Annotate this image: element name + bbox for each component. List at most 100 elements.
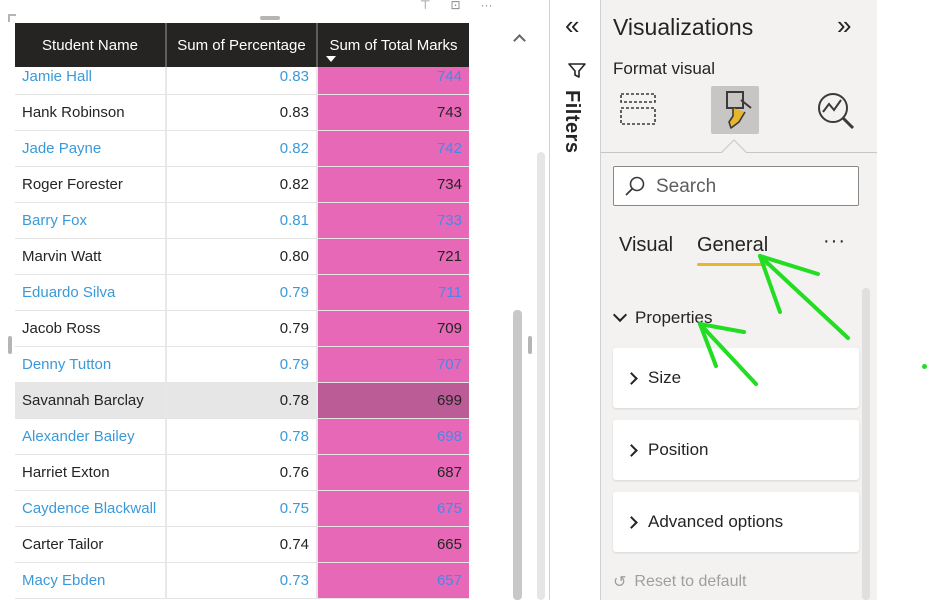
cell-percentage[interactable]: 0.74 [167,527,318,562]
cell-student-name[interactable]: Harriet Exton [15,455,167,490]
cell-student-name[interactable]: Hank Robinson [15,95,167,130]
column-header-student-name[interactable]: Student Name [15,23,167,67]
active-tab-underline [697,263,771,266]
card-position[interactable]: Position [613,420,859,480]
format-visual-button[interactable] [711,86,759,134]
table-scrollbar-thumb[interactable] [513,310,522,600]
resize-handle-left[interactable] [8,336,12,354]
card-label: Size [648,368,682,387]
cell-student-name[interactable]: Marvin Watt [15,239,167,274]
cell-total-marks[interactable]: 698 [318,419,469,454]
table-row[interactable]: Jamie Hall 0.83 744 [15,67,469,95]
cell-total-marks[interactable]: 744 [318,67,469,94]
cell-percentage[interactable]: 0.82 [167,131,318,166]
cell-student-name[interactable]: Alexander Bailey [15,419,167,454]
cell-student-name[interactable]: Eduardo Silva [15,275,167,310]
pane-title: Visualizations [613,14,754,40]
cell-student-name[interactable]: Barry Fox [15,203,167,238]
collapse-filters-icon[interactable]: « [565,12,579,38]
cell-percentage[interactable]: 0.78 [167,419,318,454]
table-row[interactable]: Hank Robinson 0.83 743 [15,95,469,131]
cell-percentage[interactable]: 0.81 [167,203,318,238]
cell-student-name[interactable]: Jacob Ross [15,311,167,346]
focus-mode-icon[interactable]: ⊡ [450,0,460,14]
cell-percentage[interactable]: 0.79 [167,275,318,310]
search-input[interactable]: Search [613,166,859,206]
table-row[interactable]: Alexander Bailey 0.78 698 [15,419,469,455]
cell-percentage[interactable]: 0.79 [167,311,318,346]
cell-student-name[interactable]: Caydence Blackwall [15,491,167,526]
cell-student-name[interactable]: Savannah Barclay [15,383,167,418]
cell-percentage[interactable]: 0.73 [167,563,318,598]
cell-total-marks[interactable]: 687 [318,455,469,490]
cell-total-marks[interactable]: 657 [318,563,469,598]
resize-handle-top[interactable] [260,16,280,20]
cell-total-marks[interactable]: 742 [318,131,469,166]
column-header-total-marks[interactable]: Sum of Total Marks [318,23,469,67]
cell-percentage[interactable]: 0.83 [167,67,318,94]
cell-percentage[interactable]: 0.83 [167,95,318,130]
cell-student-name[interactable]: Carter Tailor [15,527,167,562]
cell-total-marks[interactable]: 734 [318,167,469,202]
cell-total-marks[interactable]: 665 [318,527,469,562]
reset-to-default-button[interactable]: ↺ Reset to default [613,572,746,592]
table-row[interactable]: Caydence Blackwall 0.75 675 [15,491,469,527]
cell-total-marks[interactable]: 733 [318,203,469,238]
table-row[interactable]: Macy Ebden 0.73 657 [15,563,469,599]
build-visual-button[interactable] [613,86,661,134]
cell-student-name[interactable]: Roger Forester [15,167,167,202]
cell-student-name[interactable]: Macy Ebden [15,563,167,598]
tab-general[interactable]: General [697,234,768,257]
card-label: Position [648,440,709,459]
filters-pane[interactable]: « Filters [549,0,601,600]
cell-total-marks[interactable]: 721 [318,239,469,274]
more-options-icon[interactable]: ··· [823,230,846,253]
card-size[interactable]: Size [613,348,859,408]
table-row[interactable]: Jade Payne 0.82 742 [15,131,469,167]
cell-percentage[interactable]: 0.78 [167,383,318,418]
table-row[interactable]: Marvin Watt 0.80 721 [15,239,469,275]
table-row[interactable]: Denny Tutton 0.79 707 [15,347,469,383]
cell-student-name[interactable]: Jamie Hall [15,67,167,94]
cell-total-marks[interactable]: 707 [318,347,469,382]
table-row[interactable]: Barry Fox 0.81 733 [15,203,469,239]
format-visual-label: Format visual [613,59,716,78]
build-visual-icon [620,93,656,125]
cell-total-marks[interactable]: 709 [318,311,469,346]
analytics-button[interactable] [811,86,859,134]
card-advanced-options[interactable]: Advanced options [613,492,859,552]
cell-percentage[interactable]: 0.80 [167,239,318,274]
filters-label[interactable]: Filters [560,90,583,154]
table-scroll-up-button[interactable] [513,32,525,44]
pane-scrollbar[interactable] [862,288,870,600]
table-row[interactable]: Jacob Ross 0.79 709 [15,311,469,347]
table-row[interactable]: Harriet Exton 0.76 687 [15,455,469,491]
cell-percentage[interactable]: 0.76 [167,455,318,490]
tab-visual[interactable]: Visual [619,234,673,257]
cell-student-name[interactable]: Jade Payne [15,131,167,166]
cell-percentage[interactable]: 0.82 [167,167,318,202]
cell-total-marks[interactable]: 711 [318,275,469,310]
analytics-icon [818,93,855,130]
resize-corner[interactable] [8,14,16,22]
table-row[interactable]: Eduardo Silva 0.79 711 [15,275,469,311]
properties-section-toggle[interactable]: Properties [612,307,712,328]
cell-total-marks[interactable]: 699 [318,383,469,418]
table-body: Jamie Hall 0.83 744 Hank Robinson 0.83 743 J… [15,67,469,600]
expand-pane-icon[interactable]: » [837,12,851,38]
column-header-percentage[interactable]: Sum of Percentage [167,23,318,67]
pin-icon[interactable]: ⊤ [420,0,430,14]
resize-handle-right[interactable] [528,336,532,354]
cell-total-marks[interactable]: 743 [318,95,469,130]
sort-descending-icon [326,56,336,62]
table-row[interactable]: Roger Forester 0.82 734 [15,167,469,203]
more-options-icon[interactable]: ··· [481,0,493,14]
table-row[interactable]: Savannah Barclay 0.78 699 [15,383,469,419]
cell-percentage[interactable]: 0.75 [167,491,318,526]
cell-percentage[interactable]: 0.79 [167,347,318,382]
cell-student-name[interactable]: Denny Tutton [15,347,167,382]
table-row[interactable]: Carter Tailor 0.74 665 [15,527,469,563]
canvas-scrollbar[interactable] [537,152,545,600]
cell-total-marks[interactable]: 675 [318,491,469,526]
format-visual-icon [726,91,752,129]
